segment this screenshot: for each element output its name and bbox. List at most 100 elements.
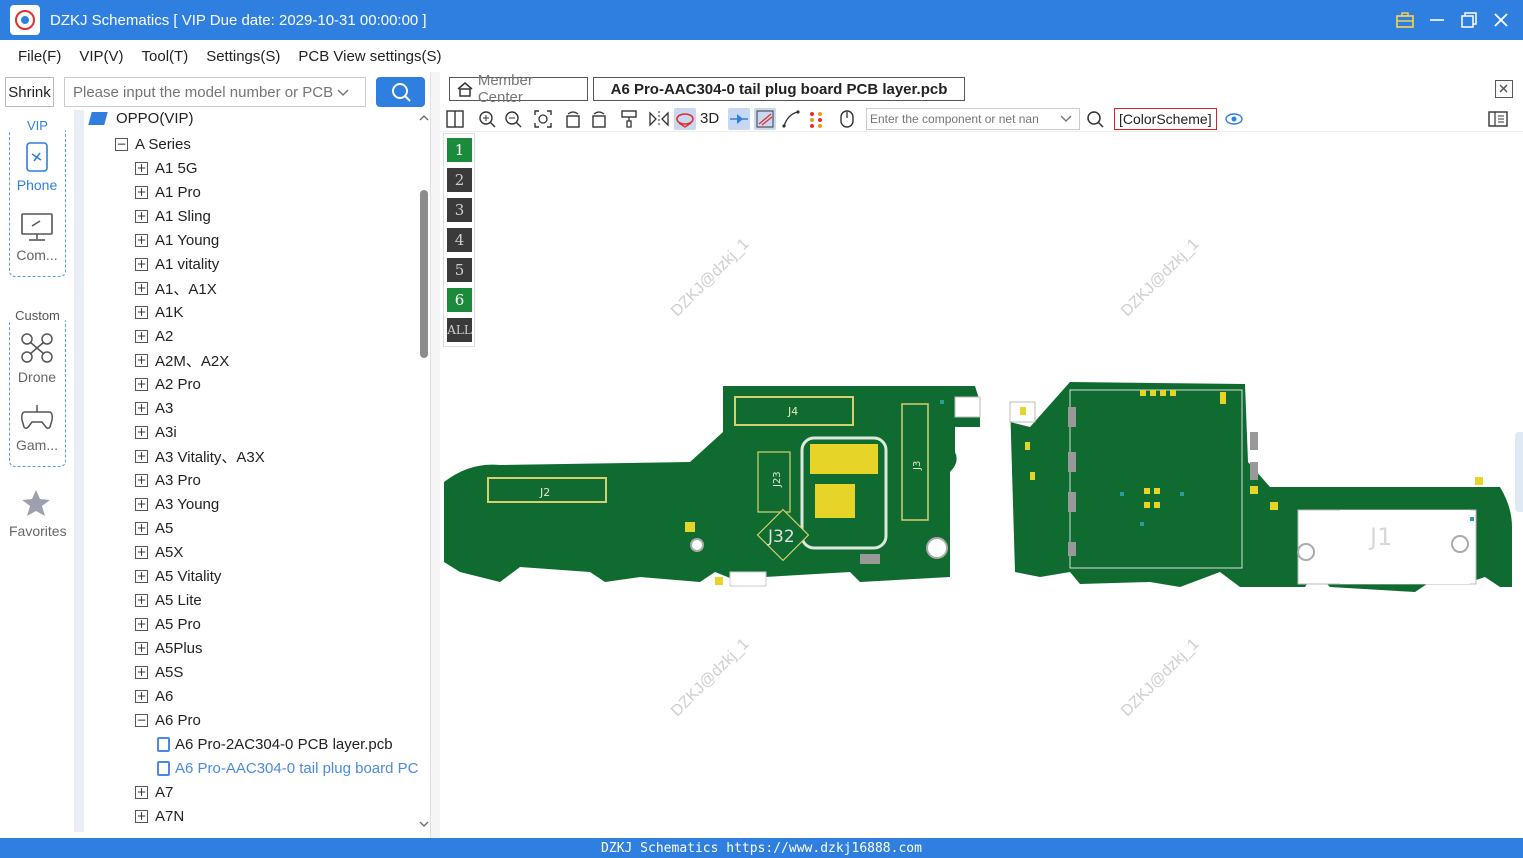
pcb-canvas[interactable]: 1 2 3 4 5 6 ALL DZKJ@dzkj_1 DZKJ@dzkj_1 … [440,132,1523,838]
expand-icon[interactable]: + [135,449,148,463]
chevron-down-icon[interactable] [337,84,349,100]
tree-file[interactable]: A6 Pro-2AC304-0 PCB layer.pcb [157,732,393,756]
component-search-input[interactable] [870,111,1060,126]
expand-icon[interactable]: + [135,617,148,631]
trace-icon[interactable] [780,108,802,130]
tree-node[interactable]: + A7 [135,780,173,804]
tree-node[interactable]: + A6 [135,684,173,708]
expand-icon[interactable]: + [135,809,148,823]
menu-settings[interactable]: Settings(S) [198,48,288,65]
close-button[interactable] [1489,8,1513,32]
search-icon[interactable] [1084,108,1106,130]
model-search-input[interactable] [73,83,333,101]
tree-node[interactable]: + A5S [135,660,183,684]
fit-view-icon[interactable] [532,108,554,130]
pcb-board[interactable]: J4 J2 J23 J3 J32 J1 [440,132,1523,838]
menu-file[interactable]: File(F) [10,48,69,65]
tree-node[interactable]: + A1 vitality [135,252,219,276]
expand-icon[interactable]: + [135,185,148,199]
category-game[interactable]: Gam... [10,402,64,453]
expand-icon[interactable]: + [135,425,148,439]
expand-icon[interactable]: + [135,209,148,223]
tree-node-a6-pro[interactable]: − A6 Pro [135,708,201,732]
menu-pcb-view-settings[interactable]: PCB View settings(S) [290,48,449,65]
tree-node[interactable]: + A3 [135,396,173,420]
menu-vip[interactable]: VIP(V) [71,48,131,65]
expand-icon[interactable]: + [135,281,148,295]
tree-node[interactable]: + A5Plus [135,636,203,660]
tree-node[interactable]: + A1 Sling [135,204,211,228]
tree-root[interactable]: OPPO(VIP) [88,110,194,130]
close-tabs-icon[interactable] [1495,80,1513,98]
dots-icon[interactable] [806,108,828,130]
collapse-icon[interactable]: − [135,713,148,727]
right-panel-handle[interactable] [1515,432,1523,512]
expand-icon[interactable]: + [135,593,148,607]
tree-node[interactable]: + A2 [135,324,173,348]
restore-button[interactable] [1457,8,1481,32]
expand-icon[interactable]: + [135,233,148,247]
rotate-right-icon[interactable] [588,108,610,130]
expand-icon[interactable]: + [135,161,148,175]
zoom-in-icon[interactable] [476,108,498,130]
tree-node[interactable]: + A3i [135,420,177,444]
mouse-icon[interactable] [836,108,858,130]
category-drone[interactable]: Drone [10,332,64,385]
tree-node[interactable]: + A1、A1X [135,276,217,300]
tree-node[interactable]: + A3 Pro [135,468,201,492]
favorites[interactable]: Favorites [9,488,67,539]
split-view-icon[interactable] [444,108,466,130]
panel-splitter[interactable] [430,72,440,838]
tree-node[interactable]: + A1K [135,300,183,324]
tree-scroll-thumb[interactable] [420,190,428,358]
expand-icon[interactable]: + [135,521,148,535]
tree-node[interactable]: + A1 Young [135,228,219,252]
component-search-box[interactable] [866,107,1080,130]
expand-icon[interactable]: + [135,665,148,679]
flip-board-icon[interactable] [674,107,696,130]
tree-node[interactable]: + A3 Vitality、A3X [135,444,265,468]
expand-icon[interactable]: + [135,377,148,391]
net-highlight-icon[interactable] [728,107,750,130]
expand-icon[interactable]: + [135,305,148,319]
expand-icon[interactable]: + [135,329,148,343]
tree-node[interactable]: + A3 Young [135,492,219,516]
tree-file-selected[interactable]: A6 Pro-AAC304-0 tail plug board PC [157,756,418,780]
eye-icon[interactable] [1223,108,1245,130]
mirror-icon[interactable] [648,108,670,130]
tree-node[interactable]: + A2M、A2X [135,348,229,372]
color-scheme-button[interactable]: [ColorScheme] [1114,107,1217,130]
expand-icon[interactable]: + [135,353,148,367]
expand-icon[interactable]: + [135,641,148,655]
expand-icon[interactable]: + [135,569,148,583]
tab-member-center[interactable]: Member Center [449,72,588,106]
category-phone[interactable]: Phone [10,142,64,193]
zoom-out-icon[interactable] [502,108,524,130]
tree-node[interactable]: + A2 Pro [135,372,201,396]
brush-icon[interactable] [618,108,640,130]
category-computer[interactable]: Com... [10,212,64,263]
expand-icon[interactable]: + [135,689,148,703]
expand-icon[interactable]: + [135,497,148,511]
tree-node[interactable]: + A1 Pro [135,180,201,204]
tree-node[interactable]: + A5X [135,540,183,564]
tab-active-pcb[interactable]: A6 Pro-AAC304-0 tail plug board PCB laye… [593,77,965,101]
model-search-box[interactable] [64,77,366,107]
menu-tool[interactable]: Tool(T) [134,48,197,65]
tree-node[interactable]: + A5 Pro [135,612,201,636]
tree-node[interactable]: + A5 [135,516,173,540]
collapse-icon[interactable]: − [115,137,128,151]
tree-node[interactable]: + A5 Vitality [135,564,221,588]
tree-series[interactable]: − A Series [115,132,191,156]
tree-node[interactable]: + A7N [135,804,184,828]
expand-icon[interactable]: + [135,257,148,271]
search-button[interactable] [376,77,425,107]
briefcase-icon[interactable] [1393,8,1417,32]
tree-node[interactable]: + A5 Lite [135,588,202,612]
tree-node[interactable]: + A1 5G [135,156,198,180]
minimize-button[interactable] [1425,8,1449,32]
shrink-button[interactable]: Shrink [5,77,54,107]
rotate-left-icon[interactable] [562,108,584,130]
3d-view-button[interactable]: 3D [700,110,722,127]
expand-icon[interactable]: + [135,545,148,559]
